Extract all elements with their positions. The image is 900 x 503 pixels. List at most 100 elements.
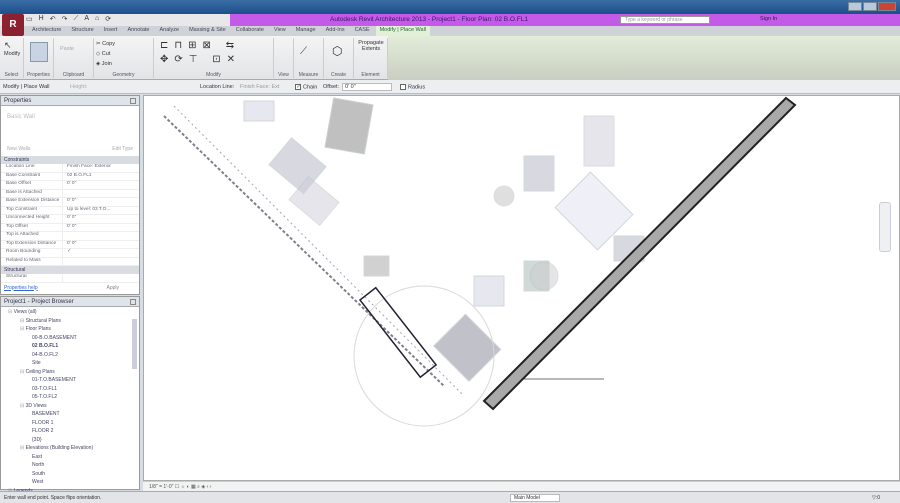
tree-item[interactable]: BASEMENT xyxy=(4,411,136,420)
model-select[interactable]: Main Model xyxy=(510,494,560,502)
property-value[interactable]: 0' 0" xyxy=(63,215,76,223)
ribbon-tab[interactable]: Analyze xyxy=(155,26,183,36)
tree-item[interactable]: North xyxy=(4,462,136,471)
ribbon-tab[interactable]: Architecture xyxy=(28,26,65,36)
property-value[interactable]: 0' 0" xyxy=(63,241,76,249)
ribbon-tab[interactable]: Manage xyxy=(292,26,320,36)
ribbon-tab[interactable]: Add-Ins xyxy=(322,26,349,36)
modify-button[interactable]: ↖ Modify xyxy=(4,40,20,57)
paste-button[interactable]: Paste xyxy=(60,46,74,52)
filter-icon[interactable]: ▽:0 xyxy=(872,495,880,501)
redo-icon[interactable]: ↷ xyxy=(62,15,68,23)
tree-item[interactable]: FLOOR 2 xyxy=(4,428,136,437)
property-row[interactable]: Top Offset 0' 0" xyxy=(1,223,139,232)
undo-icon[interactable]: ↶ xyxy=(50,15,56,23)
measure-icon[interactable]: ⟋ xyxy=(73,15,78,23)
measure-icon[interactable]: ⟋ xyxy=(300,46,307,57)
ribbon-tab[interactable]: Structure xyxy=(67,26,97,36)
3d-view-icon[interactable]: ⌂ xyxy=(95,15,99,23)
property-value[interactable]: 0' 0" xyxy=(63,198,76,206)
property-row[interactable]: Related to Mass xyxy=(1,257,139,266)
join-button[interactable]: ◈ Join xyxy=(96,61,112,67)
type-selector[interactable]: Basic Wall xyxy=(1,106,139,144)
maximize-button[interactable] xyxy=(863,2,877,11)
tree-item[interactable]: ⊟ Views (all) xyxy=(4,309,136,318)
group-structural[interactable]: Structural xyxy=(1,266,139,274)
property-row[interactable]: Base Extension Distance 0' 0" xyxy=(1,198,139,207)
ribbon-tab[interactable]: Modify | Place Wall xyxy=(375,26,431,36)
location-line-select[interactable]: Finish Face: Ext xyxy=(240,84,279,90)
sign-in-button[interactable]: Sign In xyxy=(760,16,777,22)
properties-help-link[interactable]: Properties help xyxy=(4,285,38,291)
property-value[interactable] xyxy=(63,232,67,240)
ribbon-tab[interactable]: Annotate xyxy=(123,26,153,36)
properties-button[interactable] xyxy=(30,42,48,62)
view-control-icons[interactable]: ☐ ☼ ◐ ▦ ⌕ ◈ ‹ › xyxy=(175,484,212,490)
property-row[interactable]: Unconnected Height 0' 0" xyxy=(1,215,139,224)
tree-item[interactable]: ⊟ Ceiling Plans xyxy=(4,369,136,378)
property-value[interactable] xyxy=(63,258,67,266)
cut-button[interactable]: ◇ Cut xyxy=(96,51,110,57)
ribbon-tab[interactable]: Insert xyxy=(100,26,122,36)
property-value[interactable] xyxy=(63,190,67,198)
open-icon[interactable]: ▭ xyxy=(26,15,33,23)
propagate-extents-button[interactable]: Propagate Extents xyxy=(358,40,384,52)
close-icon[interactable] xyxy=(130,98,136,104)
chain-checkbox[interactable]: ✓ Chain xyxy=(295,84,317,90)
navigation-bar[interactable] xyxy=(879,202,891,252)
tree-item[interactable]: ⊟ Structural Plans xyxy=(4,318,136,327)
tree-item[interactable]: 04-B.O.FL2 xyxy=(4,352,136,361)
tree-item[interactable]: West xyxy=(4,479,136,488)
tree-item[interactable]: 05-T.O.FL2 xyxy=(4,394,136,403)
tree-item[interactable]: South xyxy=(4,471,136,480)
minimize-button[interactable] xyxy=(848,2,862,11)
create-icon[interactable]: ⬡ xyxy=(332,44,342,58)
ribbon-tab[interactable]: View xyxy=(270,26,290,36)
edit-type-button[interactable]: Edit Type xyxy=(112,146,133,152)
property-row[interactable]: Room Bounding ✓ xyxy=(1,249,139,258)
tree-item[interactable]: 01-T.O.BASEMENT xyxy=(4,377,136,386)
tree-item[interactable]: {3D} xyxy=(4,437,136,446)
modify-tools-row2[interactable]: ✥⟳⊤ ⊡✕ xyxy=(160,54,241,65)
sync-icon[interactable]: ⟳ xyxy=(105,15,111,23)
tree-item[interactable]: 02 B.O.FL1 xyxy=(4,343,136,352)
apply-button[interactable]: Apply xyxy=(106,285,119,291)
application-menu-button[interactable]: R xyxy=(2,14,24,36)
close-button[interactable] xyxy=(878,2,896,11)
ribbon-tab[interactable]: Massing & Site xyxy=(185,26,230,36)
ribbon-tab[interactable]: CASE xyxy=(351,26,374,36)
tree-item[interactable]: Site xyxy=(4,360,136,369)
property-value[interactable]: ✓ xyxy=(63,249,71,257)
height-label[interactable]: Height: xyxy=(70,84,87,90)
tree-item[interactable]: FLOOR 1 xyxy=(4,420,136,429)
property-row[interactable]: Top Constraint Up to level: 03 T.O... xyxy=(1,206,139,215)
offset-input[interactable]: 0' 0" xyxy=(342,83,392,91)
view-scale[interactable]: 1/8" = 1'-0" xyxy=(149,484,173,490)
property-row[interactable]: Top Extension Distance 0' 0" xyxy=(1,240,139,249)
wall-preview[interactable] xyxy=(482,96,797,411)
radius-checkbox[interactable]: Radius xyxy=(400,84,425,90)
property-row[interactable]: Base is Attached xyxy=(1,189,139,198)
property-row[interactable]: Base Constraint 02 B.O.FL1 xyxy=(1,172,139,181)
property-row[interactable]: Location Line Finish Face: Exterior xyxy=(1,164,139,173)
save-icon[interactable]: H xyxy=(39,15,44,23)
text-icon[interactable]: A xyxy=(84,15,89,23)
modify-tools-row1[interactable]: ⊏⊓⊞⊠ ⇆ xyxy=(160,40,240,51)
tree-item[interactable]: ⊟ 3D Views xyxy=(4,403,136,412)
close-icon[interactable] xyxy=(130,299,136,305)
group-constraints[interactable]: Constraints xyxy=(1,156,139,164)
property-value[interactable]: Up to level: 03 T.O... xyxy=(63,207,110,215)
property-value[interactable]: 0' 0" xyxy=(63,224,76,232)
property-value[interactable]: 02 B.O.FL1 xyxy=(63,173,92,181)
tree-item[interactable]: East xyxy=(4,454,136,463)
property-value[interactable]: Finish Face: Exterior xyxy=(63,164,111,172)
browser-scrollbar[interactable] xyxy=(132,319,137,369)
property-row[interactable]: Base Offset 0' 0" xyxy=(1,181,139,190)
tree-item[interactable]: 00-B.O.BASEMENT xyxy=(4,335,136,344)
copy-button[interactable]: ✂ Copy xyxy=(96,41,115,47)
tree-item[interactable]: ⊟ Elevations (Building Elevation) xyxy=(4,445,136,454)
property-row[interactable]: Top is Attached xyxy=(1,232,139,241)
tree-item[interactable]: ⊟ Floor Plans xyxy=(4,326,136,335)
property-value[interactable]: 0' 0" xyxy=(63,181,76,189)
tree-item[interactable]: 03-T.O.FL1 xyxy=(4,386,136,395)
